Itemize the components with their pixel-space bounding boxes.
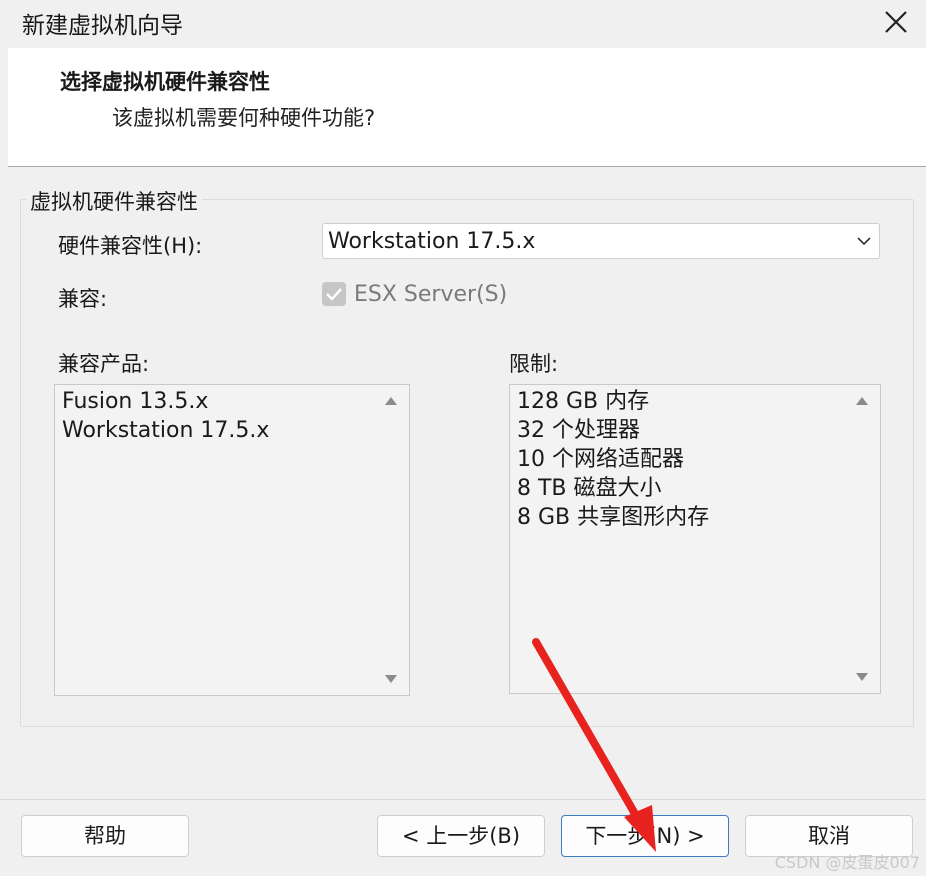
watermark: CSDN @皮蛋皮007 [774,853,920,872]
products-list: Fusion 13.5.x Workstation 17.5.x [62,387,269,445]
list-item[interactable]: 8 GB 共享图形内存 [517,503,709,532]
hardware-compat-select[interactable]: Workstation 17.5.x [322,223,880,259]
group-label: 虚拟机硬件兼容性 [26,186,202,216]
title-bar: 新建虚拟机向导 [0,0,926,48]
scroll-down-icon[interactable] [856,673,868,681]
limits-listbox[interactable]: 128 GB 内存 32 个处理器 10 个网络适配器 8 TB 磁盘大小 8 … [509,384,881,694]
wizard-header: 选择虚拟机硬件兼容性 该虚拟机需要何种硬件功能? [8,48,926,167]
limits-label: 限制: [509,352,559,376]
list-item[interactable]: 10 个网络适配器 [517,445,709,474]
select-value: Workstation 17.5.x [328,229,536,254]
scrollbar[interactable] [846,385,880,693]
list-item[interactable]: 32 个处理器 [517,416,709,445]
esx-checkbox[interactable] [322,282,346,306]
products-label: 兼容产品: [58,352,150,376]
scroll-down-icon[interactable] [385,675,397,683]
compatible-label: 兼容: [58,287,108,311]
esx-checkbox-label[interactable]: ESX Server(S) [354,282,507,307]
scrollbar[interactable] [375,385,409,695]
limits-list: 128 GB 内存 32 个处理器 10 个网络适配器 8 TB 磁盘大小 8 … [517,387,709,532]
close-icon [885,11,907,33]
list-item[interactable]: 8 TB 磁盘大小 [517,474,709,503]
help-button[interactable]: 帮助 [21,815,189,857]
compat-label: 硬件兼容性(H): [58,234,203,258]
back-button[interactable]: < 上一步(B) [377,815,545,857]
next-button[interactable]: 下一步(N) > [561,815,729,857]
products-listbox[interactable]: Fusion 13.5.x Workstation 17.5.x [54,384,410,696]
chevron-down-icon [857,237,871,246]
page-title: 选择虚拟机硬件兼容性 [60,70,270,94]
list-item[interactable]: 128 GB 内存 [517,387,709,416]
checkmark-icon [326,288,342,301]
close-button[interactable] [866,0,926,48]
window-title: 新建虚拟机向导 [22,13,183,39]
list-item[interactable]: Workstation 17.5.x [62,416,269,445]
scroll-up-icon[interactable] [385,397,397,405]
list-item[interactable]: Fusion 13.5.x [62,387,269,416]
scroll-up-icon[interactable] [856,397,868,405]
page-subtitle: 该虚拟机需要何种硬件功能? [112,106,376,130]
